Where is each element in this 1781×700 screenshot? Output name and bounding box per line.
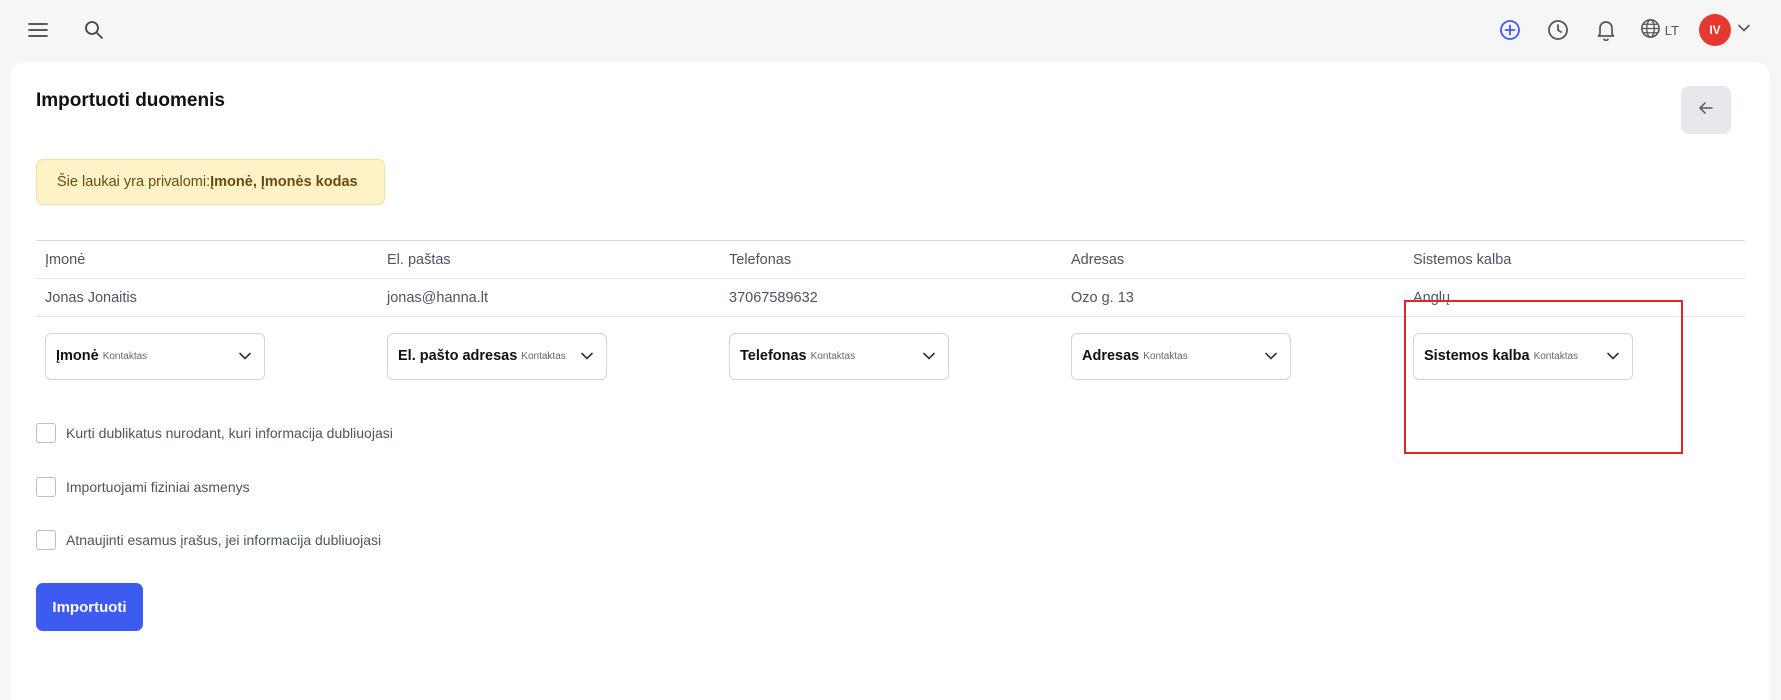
notice-fields: Įmonė, Įmonės kodas (210, 174, 358, 190)
select-entity-label: Kontaktas (810, 350, 856, 362)
table-cell: Jonas Jonaitis (45, 289, 137, 306)
table-cell: Anglų (1413, 289, 1451, 306)
checkbox[interactable] (36, 423, 56, 443)
table-header-row: Įmonė El. paštas Telefonas Adresas Siste… (36, 241, 1745, 279)
select-field-label: El. pašto adresas (398, 348, 518, 364)
arrow-left-icon (1698, 100, 1714, 121)
column-header: Adresas (1071, 251, 1125, 268)
checkbox[interactable] (36, 530, 56, 550)
select-field-label: Įmonė (56, 348, 99, 364)
field-mapping-select[interactable]: Įmonė Kontaktas (45, 332, 265, 380)
select-field-label: Telefonas (740, 348, 807, 364)
option-label: Importuojami fiziniai asmenys (66, 479, 250, 495)
search-icon[interactable] (80, 16, 108, 44)
chevron-down-icon (1264, 349, 1278, 363)
field-mapping-select[interactable]: El. pašto adresas Kontaktas (387, 332, 607, 380)
import-card: Importuoti duomenis Šie laukai yra priva… (11, 62, 1770, 700)
page-title: Importuoti duomenis (36, 90, 225, 111)
chevron-down-icon (1737, 21, 1751, 40)
plus-circle-icon[interactable] (1496, 16, 1524, 44)
column-header: Įmonė (45, 251, 86, 268)
table-cell: jonas@hanna.lt (387, 289, 488, 306)
column-header: Telefonas (729, 251, 792, 268)
option-label: Atnaujinti esamus įrašus, jei informacij… (66, 532, 382, 548)
notice-prefix: Šie laukai yra privalomi: (57, 174, 211, 190)
user-menu[interactable]: IV (1699, 14, 1751, 46)
field-mapping-select[interactable]: Adresas Kontaktas (1071, 332, 1291, 380)
checkbox[interactable] (36, 477, 56, 497)
language-code: LT (1664, 22, 1679, 38)
import-button[interactable]: Importuoti (36, 583, 143, 631)
language-switcher[interactable]: LT (1640, 18, 1679, 42)
menu-icon[interactable] (24, 16, 52, 44)
mapping-row: Įmonė Kontaktas El. pašto adresas Kontak… (36, 317, 1745, 395)
required-fields-notice: Šie laukai yra privalomi: Įmonė, Įmonės … (36, 159, 385, 205)
select-entity-label: Kontaktas (102, 350, 148, 362)
clock-icon[interactable] (1544, 16, 1572, 44)
table-cell: Ozo g. 13 (1071, 289, 1134, 306)
table-row: Jonas Jonaitis jonas@hanna.lt 3706758963… (36, 279, 1745, 317)
option-create-duplicates[interactable]: Kurti dublikatus nurodant, kuri informac… (36, 423, 393, 443)
option-label: Kurti dublikatus nurodant, kuri informac… (66, 425, 393, 441)
mapping-table: Įmonė El. paštas Telefonas Adresas Siste… (36, 240, 1745, 395)
field-mapping-select[interactable]: Sistemos kalba Kontaktas (1413, 332, 1633, 380)
select-entity-label: Kontaktas (1143, 350, 1188, 362)
field-mapping-select[interactable]: Telefonas Kontaktas (729, 332, 949, 380)
option-import-individuals[interactable]: Importuojami fiziniai asmenys (36, 477, 250, 497)
select-field-label: Adresas (1082, 348, 1140, 364)
column-header: Sistemos kalba (1413, 251, 1512, 268)
select-entity-label: Kontaktas (521, 350, 566, 362)
select-field-label: Sistemos kalba (1424, 348, 1530, 364)
table-cell: 37067589632 (729, 289, 818, 306)
option-update-existing[interactable]: Atnaujinti esamus įrašus, jei informacij… (36, 530, 381, 550)
select-entity-label: Kontaktas (1533, 350, 1579, 362)
top-bar: LT IV (0, 0, 1781, 60)
chevron-down-icon (580, 349, 594, 363)
chevron-down-icon (238, 349, 252, 363)
avatar: IV (1699, 14, 1731, 46)
globe-icon (1640, 18, 1661, 42)
back-button[interactable] (1681, 86, 1731, 134)
chevron-down-icon (1606, 349, 1620, 363)
bell-icon[interactable] (1592, 16, 1620, 44)
chevron-down-icon (922, 349, 936, 363)
column-header: El. paštas (387, 251, 451, 268)
